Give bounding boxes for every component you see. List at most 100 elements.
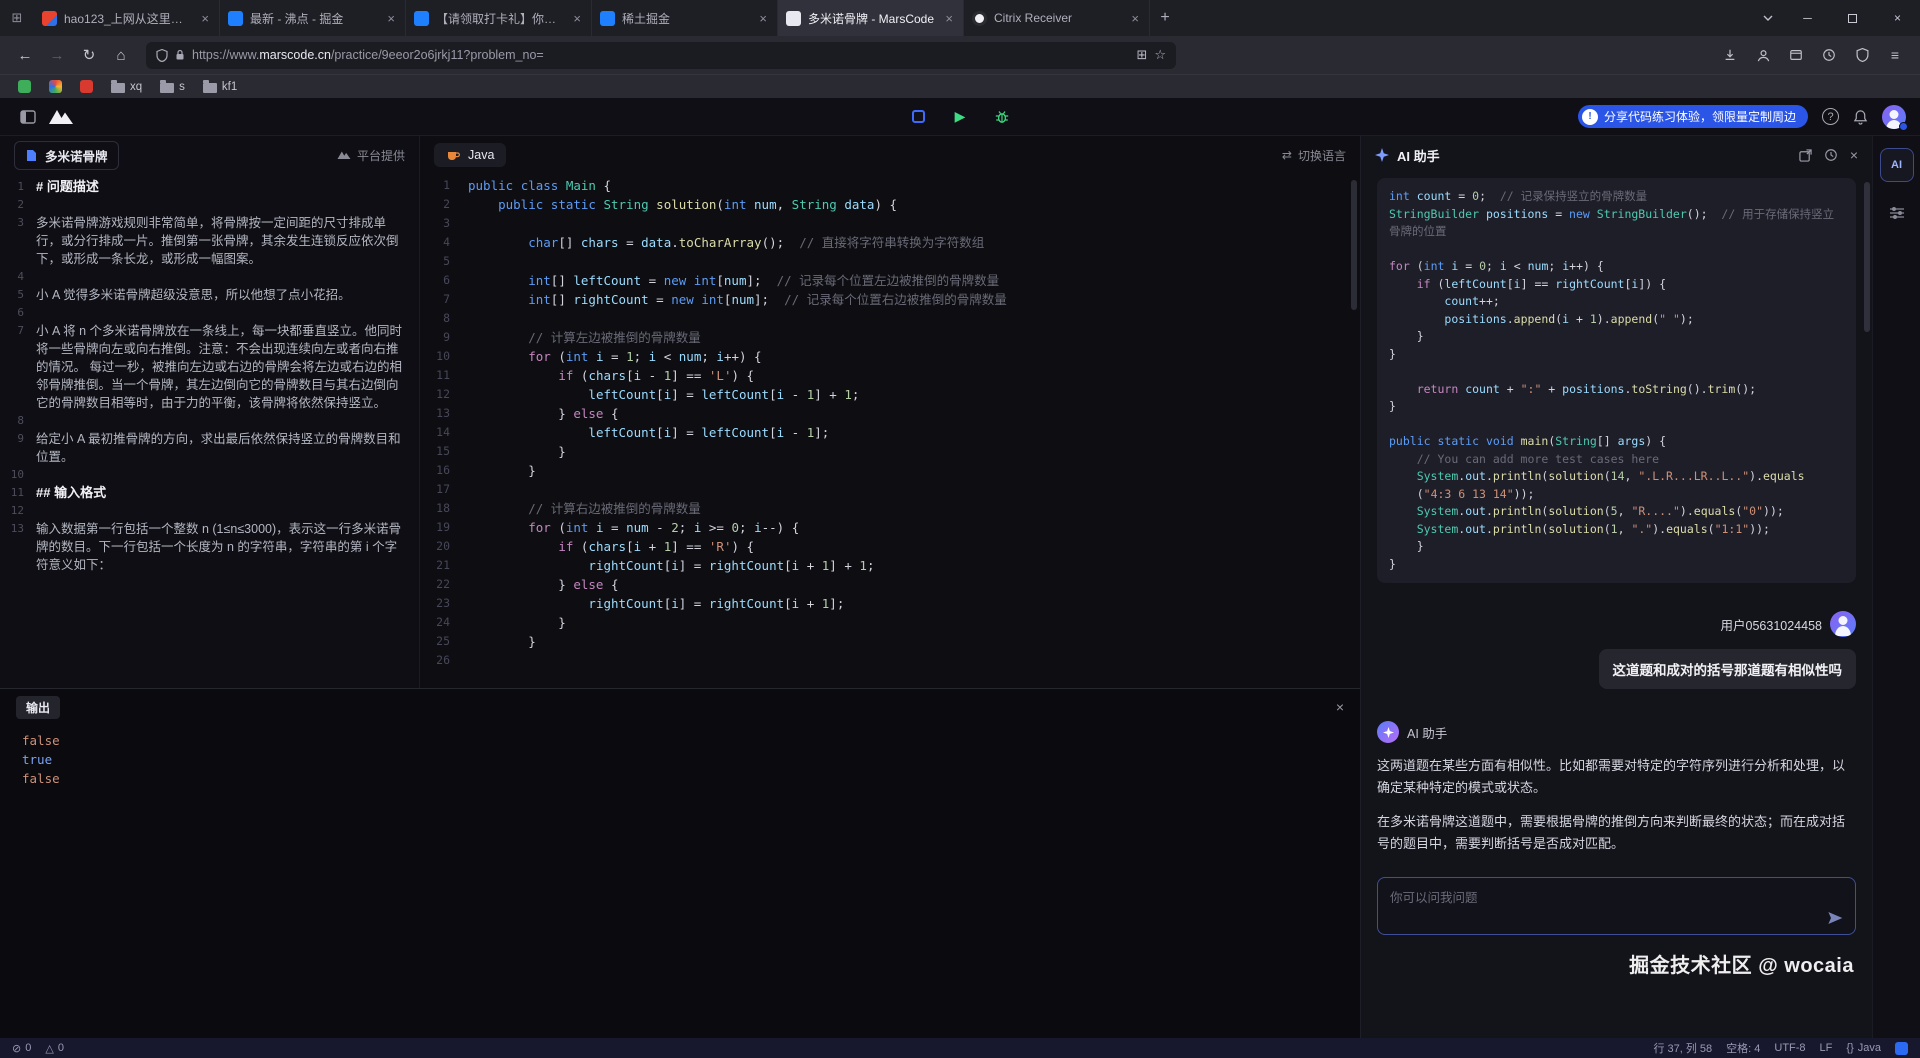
- browser-tab[interactable]: 【请领取打卡礼】你的 AI 伴×: [406, 0, 592, 36]
- tab-close-icon[interactable]: ×: [385, 11, 397, 26]
- minimize-button[interactable]: ─: [1785, 0, 1830, 36]
- code-line[interactable]: 10 for (int i = 1; i < num; i++) {: [420, 347, 1360, 366]
- chat-history-icon[interactable]: [1824, 148, 1838, 162]
- marscode-logo-icon[interactable]: [48, 108, 74, 125]
- code-line[interactable]: 1public class Main {: [420, 176, 1360, 195]
- user-avatar[interactable]: [1882, 105, 1906, 129]
- problem-title-badge[interactable]: 多米诺骨牌: [14, 141, 119, 170]
- code-line[interactable]: 23 rightCount[i] = rightCount[i + 1];: [420, 594, 1360, 613]
- ai-close-icon[interactable]: ×: [1850, 147, 1858, 163]
- language-mode[interactable]: {}Java: [1846, 1042, 1881, 1054]
- code-line[interactable]: 18 // 计算右边被推倒的骨牌数量: [420, 499, 1360, 518]
- back-icon[interactable]: ←: [10, 40, 40, 70]
- home-icon[interactable]: ⌂: [106, 40, 136, 70]
- history-icon[interactable]: [1814, 40, 1844, 70]
- encoding-info[interactable]: UTF-8: [1774, 1042, 1805, 1054]
- code-line[interactable]: 21 rightCount[i] = rightCount[i + 1] + 1…: [420, 556, 1360, 575]
- collections-icon[interactable]: [1781, 40, 1811, 70]
- tab-list-chevron-icon[interactable]: [1751, 0, 1785, 36]
- expand-icon[interactable]: [1799, 149, 1812, 162]
- output-tab[interactable]: 输出: [16, 696, 60, 719]
- tab-grid-icon[interactable]: ⊞: [0, 0, 34, 36]
- code-line[interactable]: 14 leftCount[i] = leftCount[i - 1];: [420, 423, 1360, 442]
- tab-close-icon[interactable]: ×: [571, 11, 583, 26]
- send-icon[interactable]: [1827, 910, 1843, 926]
- problem-content[interactable]: 1# 问题描述23多米诺骨牌游戏规则非常简单，将骨牌按一定间距的尺寸排成单行，或…: [0, 174, 419, 688]
- code-line[interactable]: 12 leftCount[i] = leftCount[i - 1] + 1;: [420, 385, 1360, 404]
- bookmark-item[interactable]: [10, 78, 39, 95]
- run-button[interactable]: ▶: [949, 106, 971, 128]
- code-line[interactable]: 22 } else {: [420, 575, 1360, 594]
- share-banner[interactable]: ! 分享代码练习体验，领限量定制周边: [1578, 105, 1808, 128]
- ai-input[interactable]: 你可以问我问题: [1377, 877, 1856, 935]
- cursor-position[interactable]: 行 37, 列 58: [1653, 1040, 1712, 1056]
- output-close-icon[interactable]: ×: [1336, 699, 1344, 715]
- bookmark-item[interactable]: kf1: [195, 78, 245, 95]
- ai-scrollbar[interactable]: [1864, 182, 1870, 332]
- tab-close-icon[interactable]: ×: [943, 11, 955, 26]
- code-line[interactable]: 17: [420, 480, 1360, 499]
- tab-close-icon[interactable]: ×: [199, 11, 211, 26]
- code-line[interactable]: 11 if (chars[i - 1] == 'L') {: [420, 366, 1360, 385]
- new-tab-button[interactable]: +: [1150, 0, 1180, 36]
- favorite-star-icon[interactable]: ☆: [1154, 47, 1166, 63]
- code-token: positions: [1486, 207, 1548, 221]
- editor-scrollbar[interactable]: [1351, 180, 1357, 310]
- tune-icon[interactable]: [1882, 198, 1912, 228]
- code-line[interactable]: 5: [420, 252, 1360, 271]
- stop-button[interactable]: [907, 106, 929, 128]
- browser-tab[interactable]: 稀土掘金×: [592, 0, 778, 36]
- ai-chat-body[interactable]: int count = 0; // 记录保持竖立的骨牌数量 StringBuil…: [1361, 174, 1872, 1038]
- help-icon[interactable]: ?: [1822, 108, 1839, 125]
- switch-language-button[interactable]: ⇄ 切换语言: [1282, 147, 1346, 164]
- warning-count[interactable]: △0: [45, 1042, 64, 1055]
- code-line[interactable]: 16 }: [420, 461, 1360, 480]
- code-line[interactable]: 2 public static String solution(int num,…: [420, 195, 1360, 214]
- panel-toggle-icon[interactable]: [14, 103, 42, 131]
- browser-tab[interactable]: 最新 - 沸点 - 掘金×: [220, 0, 406, 36]
- tab-close-icon[interactable]: ×: [1129, 11, 1141, 26]
- code-line[interactable]: 6 int[] leftCount = new int[num]; // 记录每…: [420, 271, 1360, 290]
- close-window-button[interactable]: ×: [1875, 0, 1920, 36]
- language-tab[interactable]: Java: [434, 143, 506, 167]
- tab-close-icon[interactable]: ×: [757, 11, 769, 26]
- ai-sidebar-button[interactable]: AI: [1880, 148, 1914, 182]
- forward-icon[interactable]: →: [42, 40, 72, 70]
- error-count[interactable]: ⊘0: [12, 1042, 31, 1055]
- address-bar[interactable]: https://www.marscode.cn/practice/9eeor2o…: [146, 42, 1176, 69]
- code-line[interactable]: 20 if (chars[i + 1] == 'R') {: [420, 537, 1360, 556]
- code-token: (: [1708, 522, 1715, 536]
- code-line[interactable]: 13 } else {: [420, 404, 1360, 423]
- code-line[interactable]: 8: [420, 309, 1360, 328]
- qr-grid-icon[interactable]: ⊞: [1136, 47, 1147, 63]
- eol-info[interactable]: LF: [1820, 1042, 1833, 1054]
- code-line[interactable]: 24 }: [420, 613, 1360, 632]
- code-line[interactable]: 9 // 计算左边被推倒的骨牌数量: [420, 328, 1360, 347]
- indent-info[interactable]: 空格: 4: [1726, 1040, 1760, 1056]
- security-shield-icon[interactable]: [1847, 40, 1877, 70]
- code-line[interactable]: 3: [420, 214, 1360, 233]
- code-line[interactable]: 26: [420, 651, 1360, 670]
- browser-tab[interactable]: Citrix Receiver×: [964, 0, 1150, 36]
- code-editor[interactable]: 1public class Main {2 public static Stri…: [420, 174, 1360, 688]
- profile-icon[interactable]: [1748, 40, 1778, 70]
- bookmark-item[interactable]: s: [152, 78, 193, 95]
- browser-tab[interactable]: 多米诺骨牌 - MarsCode×: [778, 0, 964, 36]
- code-line[interactable]: 4 char[] chars = data.toCharArray(); // …: [420, 233, 1360, 252]
- code-line[interactable]: 7 int[] rightCount = new int[num]; // 记录…: [420, 290, 1360, 309]
- bookmark-item[interactable]: [41, 78, 70, 95]
- tracking-shield-icon[interactable]: [156, 49, 168, 62]
- code-line[interactable]: 19 for (int i = num - 2; i >= 0; i--) {: [420, 518, 1360, 537]
- ime-icon[interactable]: [1895, 1042, 1908, 1055]
- bookmark-item[interactable]: xq: [103, 78, 150, 95]
- code-line[interactable]: 15 }: [420, 442, 1360, 461]
- reload-icon[interactable]: ↻: [74, 40, 104, 70]
- menu-icon[interactable]: ≡: [1880, 40, 1910, 70]
- download-icon[interactable]: [1715, 40, 1745, 70]
- code-line[interactable]: 25 }: [420, 632, 1360, 651]
- bookmark-item[interactable]: [72, 78, 101, 95]
- maximize-button[interactable]: [1830, 0, 1875, 36]
- browser-tab[interactable]: hao123_上网从这里开始×: [34, 0, 220, 36]
- debug-button[interactable]: [991, 106, 1013, 128]
- notifications-icon[interactable]: [1853, 109, 1868, 125]
